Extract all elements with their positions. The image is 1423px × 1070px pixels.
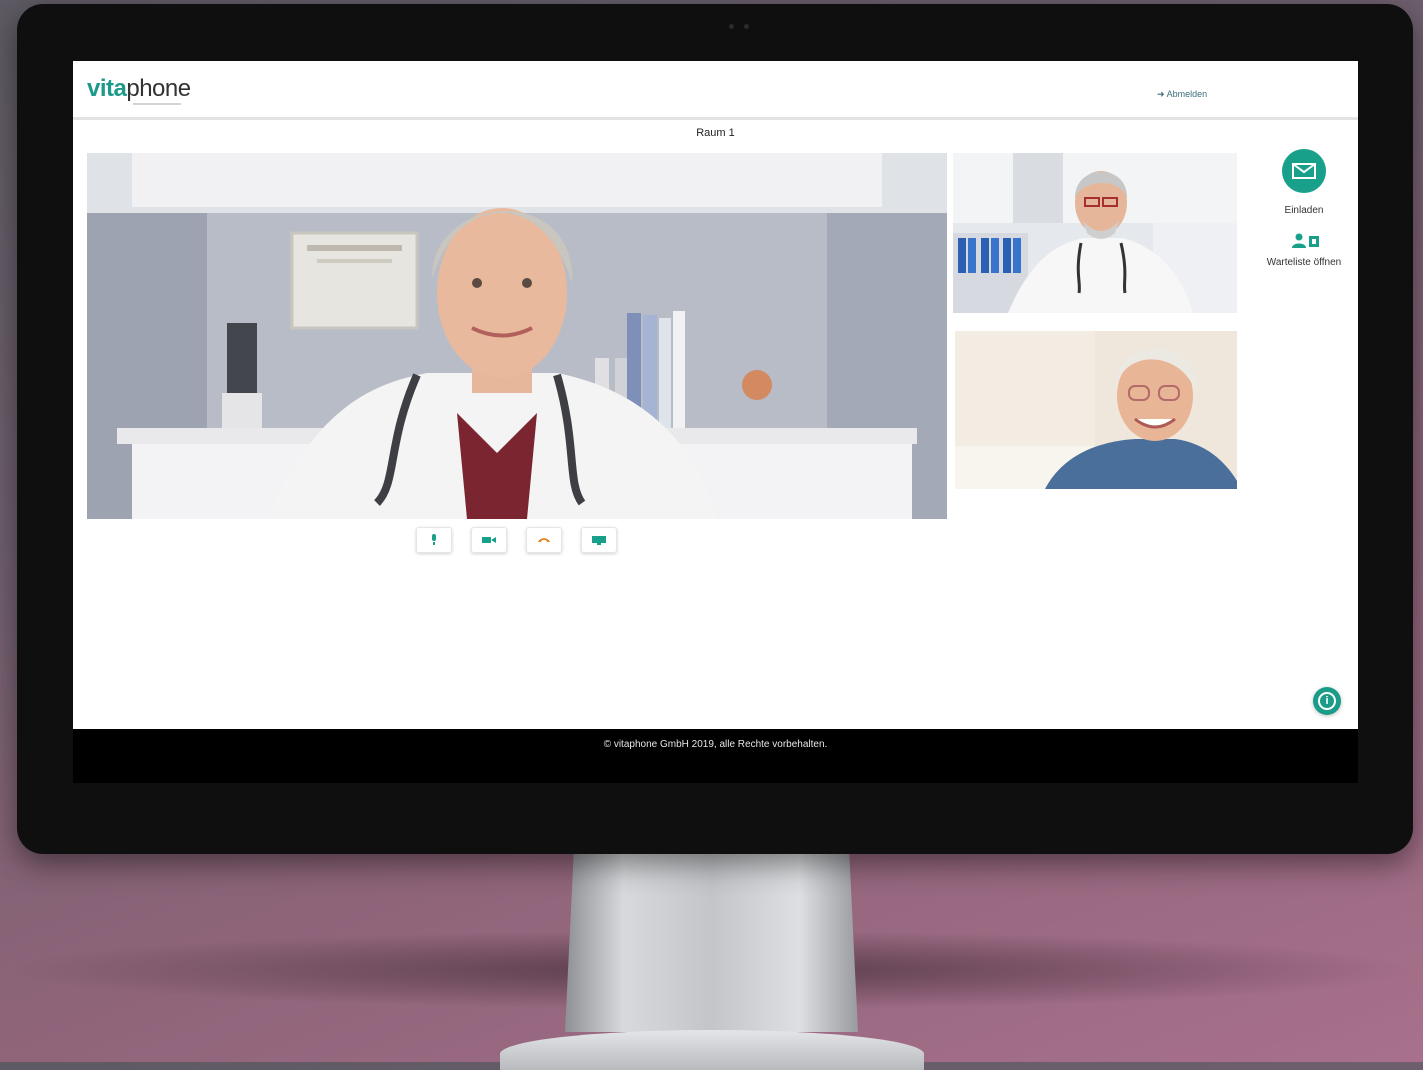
- invite-label[interactable]: Einladen: [1263, 205, 1345, 216]
- invite-button[interactable]: [1282, 149, 1326, 193]
- screen-share-icon: [592, 535, 606, 545]
- envelope-icon: [1292, 163, 1316, 179]
- info-button[interactable]: i: [1313, 687, 1341, 715]
- main-video-feed: [87, 153, 947, 519]
- microphone-icon: [432, 534, 436, 545]
- top-bar: vitaphone ➜ Abmelden: [73, 61, 1358, 120]
- monitor-stand-base: [500, 1030, 924, 1070]
- participant-video-2: [955, 331, 1237, 489]
- logo-text-vita: vita: [87, 75, 127, 102]
- waitlist-label[interactable]: Warteliste öffnen: [1253, 257, 1355, 268]
- vitaphone-logo[interactable]: vitaphone: [87, 75, 191, 103]
- screen-share-button[interactable]: [581, 527, 617, 553]
- webcam: [729, 24, 751, 30]
- footer: © vitaphone GmbH 2019, alle Rechte vorbe…: [73, 729, 1358, 783]
- hang-up-button[interactable]: [526, 527, 562, 553]
- participant-video-1: [953, 153, 1237, 313]
- logout-label: Abmelden: [1166, 89, 1208, 99]
- video-camera-icon: [482, 537, 496, 543]
- logo-tagline: [133, 103, 181, 105]
- hang-up-icon: [538, 538, 550, 542]
- info-icon: i: [1318, 692, 1336, 710]
- room-title: Raum 1: [696, 127, 735, 139]
- camera-button[interactable]: [471, 527, 507, 553]
- waitlist-icon[interactable]: [1291, 233, 1321, 249]
- microphone-button[interactable]: [416, 527, 452, 553]
- app-screen: vitaphone ➜ Abmelden Raum 1 Einladen War…: [73, 61, 1358, 783]
- logout-link[interactable]: ➜ Abmelden: [1157, 89, 1207, 100]
- logout-icon: ➜: [1157, 89, 1165, 99]
- monitor-stand: [565, 852, 858, 1032]
- footer-copyright: © vitaphone GmbH 2019, alle Rechte vorbe…: [603, 739, 828, 750]
- logo-text-phone: phone: [126, 75, 191, 102]
